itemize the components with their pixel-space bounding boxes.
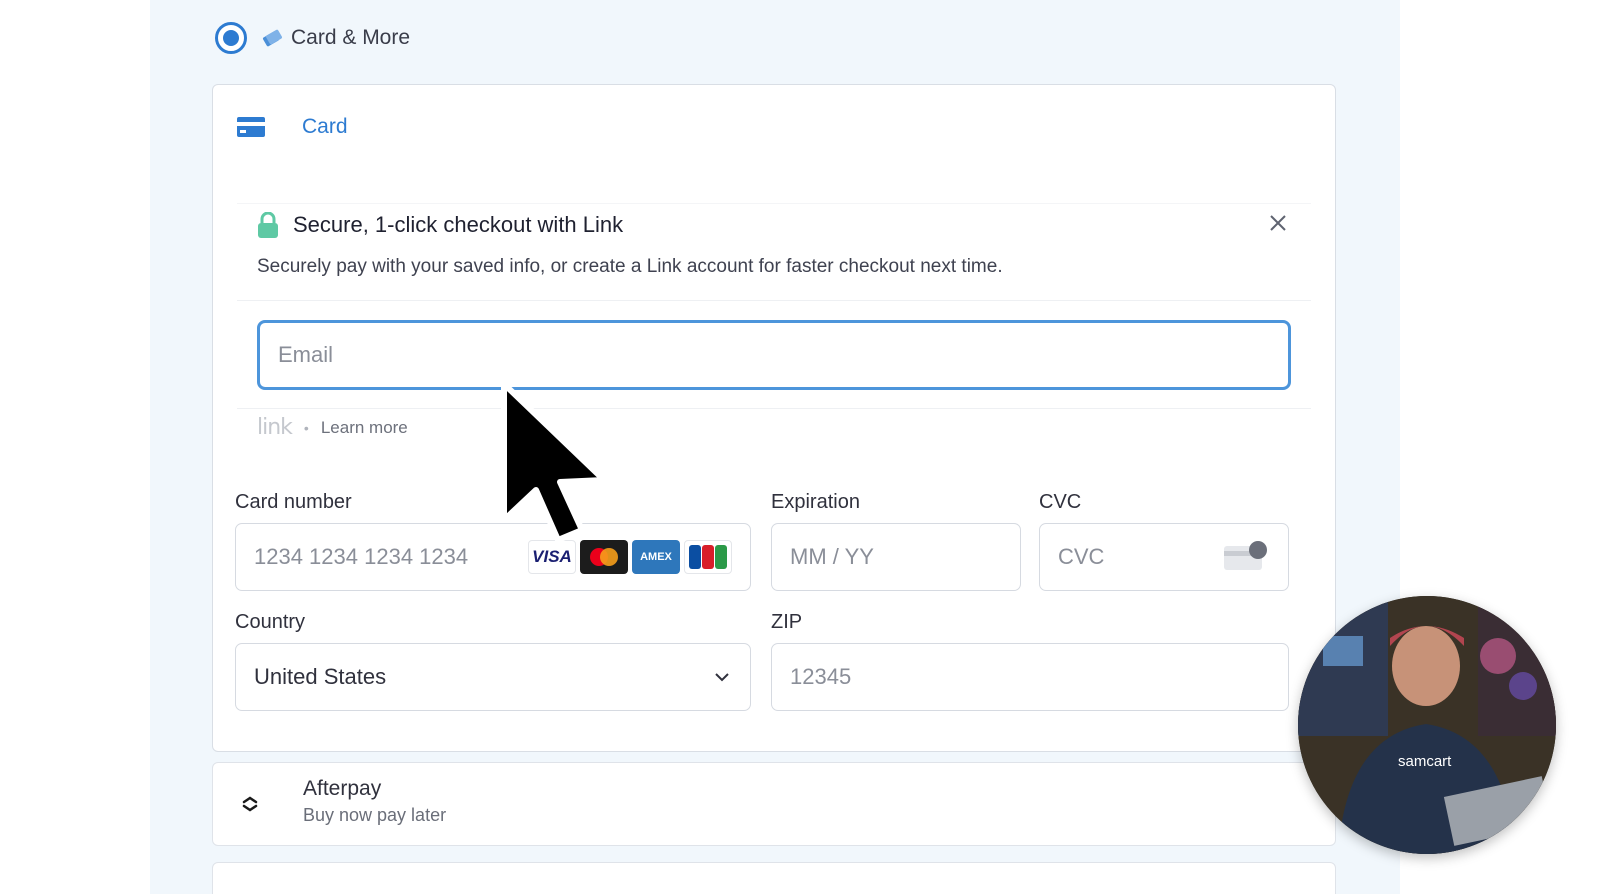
country-value: United States	[254, 664, 387, 689]
card-number-input[interactable]	[254, 544, 514, 570]
separator-dot: •	[303, 419, 309, 436]
cvc-field[interactable]	[1039, 523, 1289, 591]
cvc-label: CVC	[1039, 491, 1082, 513]
chevron-down-icon	[715, 673, 729, 682]
zip-input[interactable]	[790, 664, 1270, 690]
payment-method-label: Card & More	[291, 26, 411, 49]
email-input[interactable]	[257, 320, 1291, 390]
link-header: Secure, 1-click checkout with Link	[257, 212, 623, 238]
divider	[237, 408, 1311, 409]
shirt-text: samcart	[1398, 753, 1452, 770]
afterpay-subtitle: Buy now pay later	[303, 805, 447, 825]
card-brand-logos: VISA AMEX	[528, 540, 732, 574]
credit-card-icon	[237, 117, 265, 137]
webcam-overlay: samcart	[1298, 596, 1556, 854]
payment-method-radio[interactable]	[215, 22, 247, 54]
card-number-field[interactable]: VISA AMEX	[235, 523, 751, 591]
afterpay-option[interactable]: Afterpay Buy now pay later	[212, 762, 1336, 846]
visa-icon: VISA	[528, 540, 576, 574]
close-icon	[1270, 215, 1286, 231]
learn-more-link[interactable]: Learn more	[321, 418, 408, 438]
payment-option[interactable]	[212, 862, 1336, 894]
link-footer: link • Learn more	[257, 415, 408, 440]
radio-selected-dot	[223, 30, 239, 46]
presenter-video: samcart	[1298, 596, 1556, 854]
cards-icon	[262, 29, 283, 47]
expiration-input[interactable]	[790, 544, 1002, 570]
divider	[237, 300, 1311, 301]
tab-card[interactable]: Card	[237, 115, 348, 139]
country-select[interactable]: United States	[235, 643, 751, 711]
afterpay-title: Afterpay	[303, 777, 382, 800]
tab-card-label: Card	[302, 115, 348, 138]
zip-label: ZIP	[771, 611, 803, 633]
card-number-label: Card number	[235, 491, 352, 513]
link-logo: link	[257, 415, 293, 440]
country-label: Country	[235, 611, 306, 633]
expiration-field[interactable]	[771, 523, 1021, 591]
link-title: Secure, 1-click checkout with Link	[293, 212, 624, 237]
payment-method-header[interactable]: Card & More	[215, 20, 410, 56]
afterpay-icon	[236, 790, 264, 818]
link-description: Securely pay with your saved info, or cr…	[257, 256, 1003, 277]
jcb-icon	[684, 540, 732, 574]
amex-icon: AMEX	[632, 540, 680, 574]
link-checkout-section: Secure, 1-click checkout with Link Secur…	[237, 203, 1311, 415]
mastercard-icon	[580, 540, 628, 574]
cvc-card-icon	[1224, 541, 1267, 570]
expiration-label: Expiration	[771, 491, 860, 513]
card-payment-box: Card Secure, 1-click checkout with Link …	[212, 84, 1336, 752]
lock-icon	[258, 212, 278, 238]
zip-field[interactable]	[771, 643, 1289, 711]
cvc-input[interactable]	[1058, 544, 1222, 570]
close-link-button[interactable]	[1265, 210, 1291, 236]
